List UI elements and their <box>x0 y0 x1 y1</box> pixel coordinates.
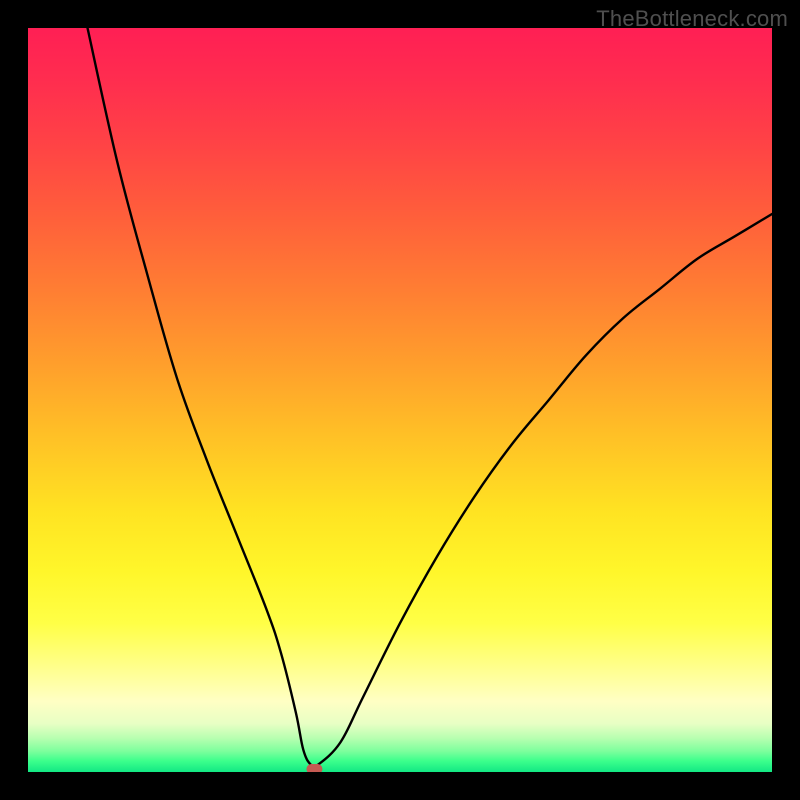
bottleneck-marker <box>306 764 322 772</box>
watermark-text: TheBottleneck.com <box>596 6 788 32</box>
chart-container: TheBottleneck.com <box>0 0 800 800</box>
gradient-background <box>28 28 772 772</box>
bottleneck-chart <box>28 28 772 772</box>
